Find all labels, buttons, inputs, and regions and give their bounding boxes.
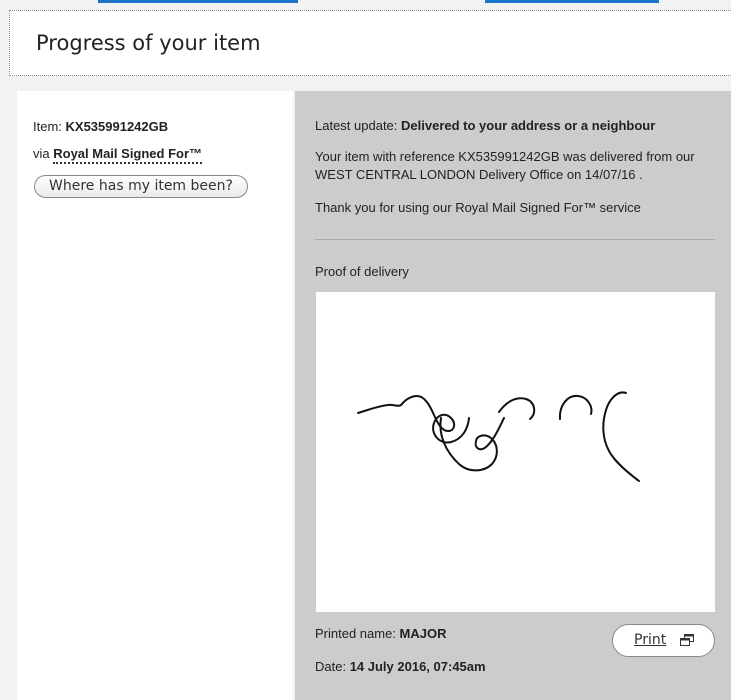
item-summary-panel: Item: KX535991242GB via Royal Mail Signe… xyxy=(17,91,293,700)
latest-update-value: Delivered to your address or a neighbour xyxy=(401,118,656,133)
delivery-date-line: Date: 14 July 2016, 07:45am xyxy=(315,659,486,674)
signature-drawing xyxy=(357,391,640,482)
print-button[interactable]: Print xyxy=(612,624,715,657)
printed-name-label: Printed name: xyxy=(315,626,400,641)
page-header: Progress of your item xyxy=(9,10,731,76)
via-label: via xyxy=(33,146,54,161)
popout-window-icon xyxy=(680,634,694,646)
item-reference: KX535991242GB xyxy=(65,119,169,134)
signature-image xyxy=(316,292,715,612)
date-label: Date: xyxy=(315,659,350,674)
date-value: 14 July 2016, 07:45am xyxy=(349,659,486,674)
delivery-description: Your item with reference KX535991242GB w… xyxy=(315,149,695,182)
printed-name-line: Printed name: MAJOR xyxy=(315,626,447,641)
top-links xyxy=(0,0,731,6)
where-has-my-item-been-button[interactable]: Where has my item been? xyxy=(34,175,248,198)
top-link-underline[interactable] xyxy=(98,0,298,3)
printed-name-value: MAJOR xyxy=(399,626,447,641)
service-link[interactable]: Royal Mail Signed For™ xyxy=(53,146,203,164)
item-reference-line: Item: KX535991242GB xyxy=(33,119,168,134)
divider xyxy=(315,239,715,240)
latest-update-label: Latest update: xyxy=(315,118,402,133)
thank-you-message: Thank you for using our Royal Mail Signe… xyxy=(315,200,641,215)
print-button-label: Print xyxy=(634,632,667,648)
proof-of-delivery-heading: Proof of delivery xyxy=(315,264,409,279)
item-label: Item: xyxy=(33,119,66,134)
latest-update: Latest update: Delivered to your address… xyxy=(315,118,655,133)
page-title: Progress of your item xyxy=(36,31,261,55)
top-link-underline[interactable] xyxy=(485,0,659,3)
delivery-details-panel: Latest update: Delivered to your address… xyxy=(295,91,731,700)
service-line: via Royal Mail Signed For™ xyxy=(33,146,203,164)
